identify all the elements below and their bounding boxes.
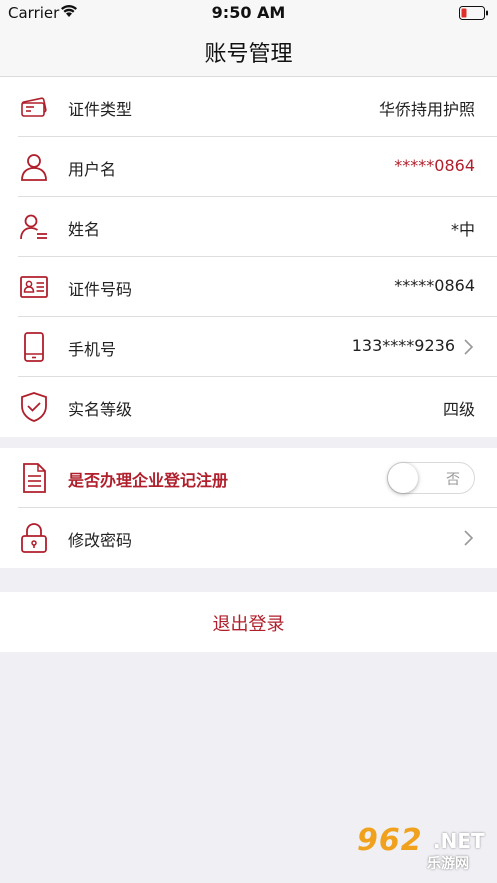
- row-verify-level[interactable]: 实名等级 四级: [0, 377, 497, 437]
- row-label: 手机号: [68, 340, 117, 359]
- enterprise-toggle[interactable]: 否: [387, 462, 475, 494]
- row-label: 姓名: [68, 220, 101, 239]
- user-icon: [21, 154, 47, 181]
- row-enterprise-registration: 是否办理企业登记注册 否: [0, 448, 497, 508]
- row-value: 133****9236: [351, 336, 455, 355]
- row-label: 实名等级: [68, 400, 133, 419]
- phone-icon: [24, 332, 44, 362]
- status-bar: Carrier 9:50 AM: [0, 0, 497, 26]
- nav-bar: 账号管理: [0, 26, 497, 77]
- settings-group: 是否办理企业登记注册 否 修改密码: [0, 448, 497, 568]
- row-id-number[interactable]: 证件号码 *****0864: [0, 257, 497, 317]
- row-change-password[interactable]: 修改密码: [0, 508, 497, 568]
- watermark-logo: 962 .NET 乐游网: [357, 821, 493, 877]
- row-value: 华侨持用护照: [378, 100, 475, 119]
- id-card-icon: [21, 97, 47, 117]
- row-value: *中: [450, 220, 475, 239]
- row-value: *****0864: [394, 156, 475, 175]
- toggle-text: 否: [446, 472, 460, 488]
- chevron-right-icon: [464, 339, 474, 355]
- lock-icon: [21, 523, 47, 553]
- battery-icon: [459, 6, 488, 20]
- row-label: 修改密码: [68, 531, 133, 550]
- row-value: 四级: [442, 400, 475, 419]
- watermark-sub: 乐游网: [427, 856, 469, 872]
- clock: 9:50 AM: [211, 3, 286, 22]
- row-value: *****0864: [394, 276, 475, 295]
- shield-check-icon: [21, 392, 47, 422]
- row-label: 证件类型: [68, 100, 133, 119]
- row-label: 是否办理企业登记注册: [68, 471, 229, 490]
- user-name-icon: [20, 214, 47, 240]
- document-icon: [23, 463, 46, 493]
- chevron-right-icon: [464, 530, 474, 546]
- logout-button[interactable]: 退出登录: [0, 592, 497, 652]
- page-title: 账号管理: [204, 42, 293, 67]
- watermark-number: 962: [357, 823, 423, 858]
- row-phone[interactable]: 手机号 133****9236: [0, 317, 497, 377]
- toggle-knob: [388, 463, 418, 493]
- id-number-icon: [20, 276, 48, 298]
- row-id-type[interactable]: 证件类型 华侨持用护照: [0, 77, 497, 137]
- account-info-group: 证件类型 华侨持用护照 用户名 *****0864 姓名 *中 证件号码 ***…: [0, 77, 497, 437]
- row-label: 证件号码: [68, 280, 133, 299]
- row-label: 用户名: [68, 160, 117, 179]
- row-name[interactable]: 姓名 *中: [0, 197, 497, 257]
- logout-label: 退出登录: [212, 614, 285, 635]
- watermark-suffix: .NET: [433, 829, 485, 853]
- row-username[interactable]: 用户名 *****0864: [0, 137, 497, 197]
